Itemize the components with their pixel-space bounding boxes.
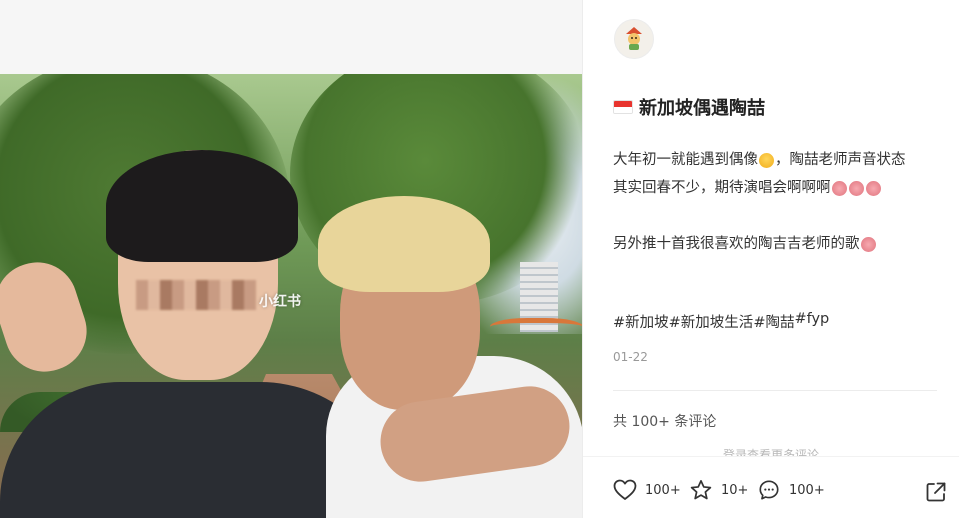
- like-count: 100+: [645, 482, 681, 498]
- pig-face-icon: [831, 180, 847, 196]
- collect-count: 10+: [721, 482, 749, 498]
- divider: [613, 390, 937, 391]
- heart-icon: [613, 479, 637, 500]
- post-body-line: 其实回春不少，期待演唱会啊啊啊: [613, 174, 943, 202]
- singapore-flag-icon: [613, 100, 633, 114]
- share-icon: [926, 482, 946, 502]
- star-icon: [690, 480, 712, 500]
- post-body-line: 大年初一就能遇到偶像 ，陶喆老师声音状态: [613, 146, 943, 174]
- post-date: 01-22: [613, 350, 648, 364]
- comment-button[interactable]: 100+: [757, 479, 825, 501]
- collect-button[interactable]: 10+: [689, 479, 748, 501]
- like-button[interactable]: 100+: [613, 479, 681, 501]
- engagement-bar: 100+ 10+ 100+: [583, 456, 959, 518]
- person-left-hair: [106, 150, 298, 262]
- xiaohongshu-watermark: 小红书: [259, 294, 301, 310]
- comment-count: 100+: [789, 482, 825, 498]
- body-text: 另外推十首我很喜欢的陶吉吉老师的歌: [613, 236, 860, 252]
- post-body: 大年初一就能遇到偶像 ，陶喆老师声音状态 其实回春不少，期待演唱会啊啊啊 另外推…: [613, 146, 943, 258]
- pig-face-icon: [860, 236, 876, 252]
- pig-face-icon: [848, 180, 864, 196]
- post-title: 新加坡偶遇陶喆: [613, 94, 765, 120]
- face-mosaic: [136, 280, 256, 310]
- author-avatar[interactable]: [614, 19, 654, 59]
- post-detail-panel: 新加坡偶遇陶喆 大年初一就能遇到偶像 ，陶喆老师声音状态 其实回春不少，期待演唱…: [583, 0, 959, 518]
- hashtag-link[interactable]: #新加坡生活: [669, 311, 754, 332]
- hashtag-link[interactable]: #陶喆: [753, 311, 794, 332]
- pig-face-icon: [865, 180, 881, 196]
- body-text: ，陶喆老师声音状态: [775, 152, 906, 168]
- post-media[interactable]: 小红书: [0, 0, 583, 518]
- hashtag-link[interactable]: #新加坡: [613, 311, 669, 332]
- hashtag-list: #新加坡 #新加坡生活 #陶喆 #fyp: [613, 311, 829, 332]
- hashtag-link[interactable]: #fyp: [794, 311, 829, 332]
- person-right-hair: [318, 196, 490, 292]
- login-to-view-comments-link[interactable]: 登录查看更多评论: [583, 446, 959, 456]
- comment-count-summary: 共 100+ 条评论: [613, 414, 717, 430]
- avatar-character-icon: [626, 27, 642, 50]
- smiling-face-icon: [759, 152, 774, 168]
- body-text: 大年初一就能遇到偶像: [613, 152, 758, 168]
- post-title-text: 新加坡偶遇陶喆: [639, 98, 765, 119]
- post-body-line: 另外推十首我很喜欢的陶吉吉老师的歌: [613, 230, 943, 258]
- photo-bridge: [490, 318, 582, 340]
- body-text: 其实回春不少，期待演唱会啊啊啊: [613, 180, 831, 196]
- chat-bubble-icon: [759, 480, 779, 500]
- share-button[interactable]: [925, 481, 947, 503]
